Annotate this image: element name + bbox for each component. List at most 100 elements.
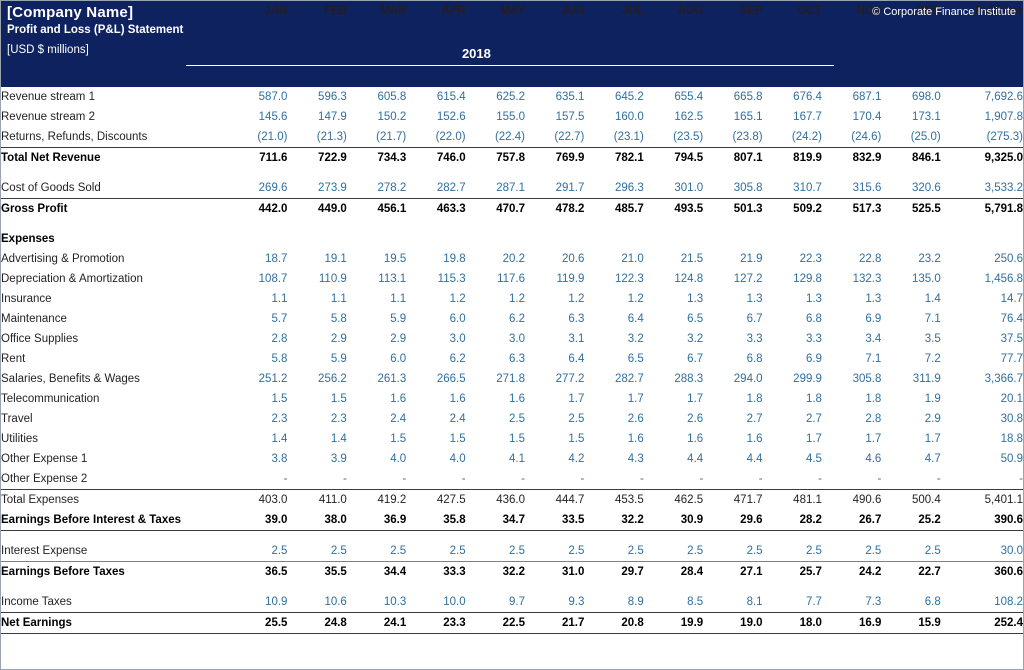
cell-cost-of-goods-sold-sep[interactable]: 305.8 — [703, 178, 763, 199]
cell-office-supplies-jan[interactable]: 2.8 — [228, 329, 287, 349]
cell-interest-expense-aug[interactable]: 2.5 — [644, 541, 703, 562]
cell-revenue-stream-2-sep[interactable]: 165.1 — [703, 107, 763, 127]
cell-revenue-stream-2-aug[interactable]: 162.5 — [644, 107, 703, 127]
cell-net-earnings-sep[interactable]: 19.0 — [703, 612, 763, 634]
cell-income-taxes-may[interactable]: 9.7 — [466, 592, 525, 613]
cell-office-supplies-nov[interactable]: 3.4 — [822, 329, 881, 349]
cell-expenses-heading-jan[interactable] — [228, 229, 287, 249]
cell-earnings-before-taxes-mar[interactable]: 34.4 — [346, 561, 407, 582]
cell-revenue-stream-1-oct[interactable]: 676.4 — [763, 87, 822, 107]
column-header-jun[interactable]: JUN — [525, 1, 585, 21]
cell-telecommunication-apr[interactable]: 1.6 — [406, 389, 466, 409]
cell-total-net-revenue-nov[interactable]: 832.9 — [821, 147, 882, 168]
cell-utilities-full-year[interactable]: 18.8 — [941, 429, 1023, 449]
cell-other-expense-1-jan[interactable]: 3.8 — [228, 449, 287, 469]
cell-maintenance-may[interactable]: 6.2 — [466, 309, 525, 329]
cell-maintenance-nov[interactable]: 6.9 — [822, 309, 881, 329]
cell-salaries-benefits-wages-jun[interactable]: 277.2 — [525, 369, 585, 389]
cell-gross-profit-dec[interactable]: 525.5 — [881, 198, 941, 219]
cell-ebit-apr[interactable]: 35.8 — [406, 510, 466, 531]
cell-ebit-sep[interactable]: 29.6 — [703, 510, 763, 531]
cell-office-supplies-aug[interactable]: 3.2 — [644, 329, 703, 349]
cell-earnings-before-taxes-nov[interactable]: 24.2 — [821, 561, 882, 582]
cell-other-expense-2-jan[interactable]: - — [228, 469, 288, 490]
cell-earnings-before-taxes-may[interactable]: 32.2 — [465, 561, 525, 582]
cell-net-earnings-apr[interactable]: 23.3 — [406, 612, 466, 634]
cell-utilities-jun[interactable]: 1.5 — [525, 429, 584, 449]
cell-rent-sep[interactable]: 6.8 — [703, 349, 763, 369]
column-header-may[interactable]: MAY — [465, 1, 525, 21]
cell-interest-expense-jan[interactable]: 2.5 — [228, 541, 287, 562]
cell-rent-oct[interactable]: 6.9 — [763, 349, 822, 369]
cell-cost-of-goods-sold-jan[interactable]: 269.6 — [228, 178, 288, 199]
cell-insurance-jun[interactable]: 1.2 — [525, 289, 584, 309]
cell-other-expense-1-sep[interactable]: 4.4 — [703, 449, 763, 469]
cell-utilities-nov[interactable]: 1.7 — [822, 429, 881, 449]
cell-rent-feb[interactable]: 5.9 — [287, 349, 347, 369]
cell-travel-jan[interactable]: 2.3 — [228, 409, 287, 429]
cell-ebit-feb[interactable]: 38.0 — [287, 510, 347, 531]
cell-revenue-stream-1-dec[interactable]: 698.0 — [881, 87, 941, 107]
cell-depreciation-amortization-feb[interactable]: 110.9 — [287, 269, 347, 289]
cell-office-supplies-apr[interactable]: 3.0 — [406, 329, 466, 349]
cell-total-net-revenue-aug[interactable]: 794.5 — [643, 147, 704, 168]
cell-returns-refunds-discounts-may[interactable]: (22.4) — [466, 127, 525, 148]
cell-revenue-stream-1-nov[interactable]: 687.1 — [822, 87, 882, 107]
cell-other-expense-1-apr[interactable]: 4.0 — [406, 449, 466, 469]
cell-advertising-promotion-full-year[interactable]: 250.6 — [941, 249, 1023, 269]
cell-travel-nov[interactable]: 2.8 — [822, 409, 881, 429]
cell-expenses-heading-may[interactable] — [466, 229, 525, 249]
cell-insurance-sep[interactable]: 1.3 — [703, 289, 763, 309]
cell-gross-profit-apr[interactable]: 463.3 — [406, 198, 466, 219]
cell-rent-aug[interactable]: 6.7 — [644, 349, 703, 369]
cell-interest-expense-oct[interactable]: 2.5 — [763, 541, 822, 562]
cell-ebit-oct[interactable]: 28.2 — [762, 510, 822, 531]
cell-gross-profit-aug[interactable]: 493.5 — [643, 198, 704, 219]
cell-returns-refunds-discounts-full-year[interactable]: (275.3) — [941, 127, 1023, 148]
cell-interest-expense-full-year[interactable]: 30.0 — [941, 541, 1023, 562]
cell-ebit-jan[interactable]: 39.0 — [228, 510, 288, 531]
cell-cost-of-goods-sold-oct[interactable]: 310.7 — [763, 178, 822, 199]
cell-salaries-benefits-wages-full-year[interactable]: 3,366.7 — [941, 369, 1023, 389]
cell-cost-of-goods-sold-may[interactable]: 287.1 — [466, 178, 525, 199]
cell-income-taxes-nov[interactable]: 7.3 — [822, 592, 881, 613]
cell-advertising-promotion-apr[interactable]: 19.8 — [406, 249, 465, 269]
cell-telecommunication-jul[interactable]: 1.7 — [584, 389, 644, 409]
cell-interest-expense-mar[interactable]: 2.5 — [347, 541, 406, 562]
cell-advertising-promotion-feb[interactable]: 19.1 — [287, 249, 346, 269]
cell-income-taxes-jul[interactable]: 8.9 — [584, 592, 644, 613]
cell-net-earnings-nov[interactable]: 16.9 — [821, 612, 882, 634]
cell-advertising-promotion-may[interactable]: 20.2 — [466, 249, 525, 269]
cell-insurance-may[interactable]: 1.2 — [466, 289, 525, 309]
cell-returns-refunds-discounts-oct[interactable]: (24.2) — [763, 127, 822, 148]
cell-travel-full-year[interactable]: 30.8 — [941, 409, 1023, 429]
cell-expenses-heading-apr[interactable] — [406, 229, 465, 249]
cell-other-expense-2-feb[interactable]: - — [287, 469, 347, 490]
cell-revenue-stream-1-jun[interactable]: 635.1 — [525, 87, 585, 107]
cell-other-expense-2-full-year[interactable]: - — [941, 469, 1023, 490]
cell-total-expenses-jan[interactable]: 403.0 — [228, 489, 288, 510]
cell-rent-full-year[interactable]: 77.7 — [941, 349, 1023, 369]
cell-revenue-stream-1-aug[interactable]: 655.4 — [644, 87, 703, 107]
cell-rent-dec[interactable]: 7.2 — [881, 349, 941, 369]
cell-other-expense-2-jul[interactable]: - — [584, 469, 644, 490]
cell-net-earnings-feb[interactable]: 24.8 — [287, 612, 347, 634]
cell-ebit-dec[interactable]: 25.2 — [881, 510, 941, 531]
cell-other-expense-1-full-year[interactable]: 50.9 — [941, 449, 1023, 469]
cell-total-net-revenue-may[interactable]: 757.8 — [465, 147, 525, 168]
cell-other-expense-1-jun[interactable]: 4.2 — [525, 449, 584, 469]
cell-total-expenses-mar[interactable]: 419.2 — [346, 489, 407, 510]
cell-expenses-heading-jun[interactable] — [525, 229, 584, 249]
cell-insurance-jan[interactable]: 1.1 — [228, 289, 287, 309]
cell-total-net-revenue-jul[interactable]: 782.1 — [584, 147, 644, 168]
cell-utilities-aug[interactable]: 1.6 — [644, 429, 703, 449]
cell-total-expenses-jun[interactable]: 444.7 — [525, 489, 585, 510]
cell-net-earnings-aug[interactable]: 19.9 — [643, 612, 704, 634]
cell-returns-refunds-discounts-aug[interactable]: (23.5) — [644, 127, 703, 148]
cell-cost-of-goods-sold-dec[interactable]: 320.6 — [881, 178, 941, 199]
cell-returns-refunds-discounts-jul[interactable]: (23.1) — [584, 127, 644, 148]
cell-returns-refunds-discounts-nov[interactable]: (24.6) — [822, 127, 881, 148]
cell-earnings-before-taxes-apr[interactable]: 33.3 — [406, 561, 466, 582]
cell-rent-jun[interactable]: 6.4 — [525, 349, 584, 369]
cell-rent-nov[interactable]: 7.1 — [822, 349, 881, 369]
